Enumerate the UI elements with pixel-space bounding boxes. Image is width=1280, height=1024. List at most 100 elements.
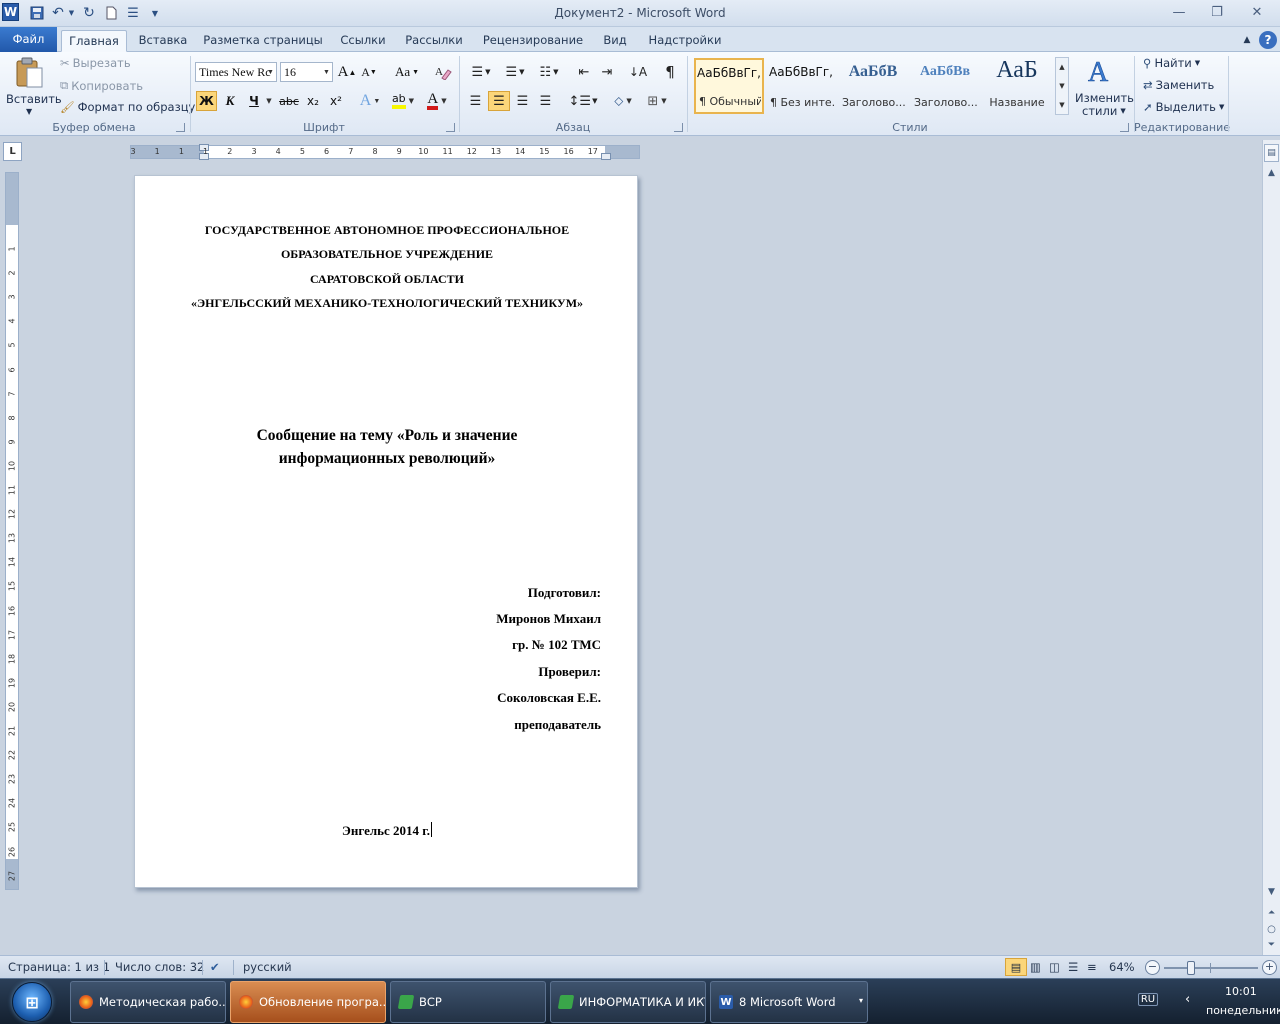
draft-view-icon[interactable]: ≡ bbox=[1087, 960, 1097, 974]
align-center-button[interactable]: ☰ bbox=[488, 91, 510, 111]
style-title[interactable]: АаБ Название bbox=[982, 57, 1052, 114]
clock-day[interactable]: понедельник bbox=[1206, 1004, 1280, 1017]
change-styles-icon[interactable]: A bbox=[1080, 54, 1120, 88]
style-heading-1[interactable]: АаБбВ Заголово... bbox=[838, 58, 908, 114]
tab-addins[interactable]: Надстройки bbox=[642, 30, 728, 52]
zoom-slider-track[interactable] bbox=[1164, 961, 1258, 975]
find-button[interactable]: ⚲ Найти ▼ bbox=[1143, 56, 1200, 70]
list-icon[interactable]: ☰ bbox=[124, 4, 142, 22]
scroll-down-icon[interactable]: ▼ bbox=[1264, 886, 1279, 898]
align-left-button[interactable]: ☰ bbox=[465, 91, 486, 111]
font-size-field[interactable]: 16 ▼ bbox=[280, 62, 333, 82]
borders-icon[interactable]: ⊞ ▼ bbox=[642, 91, 672, 111]
browse-object-icon[interactable]: ○ bbox=[1264, 922, 1279, 936]
tab-selector-button[interactable]: L bbox=[3, 142, 22, 161]
bold-button[interactable]: Ж bbox=[196, 91, 217, 111]
font-name-field[interactable]: Times New Rc ▼ bbox=[195, 62, 277, 82]
document-page[interactable]: ГОСУДАРСТВЕННОЕ АВТОНОМНОЕ ПРОФЕССИОНАЛЬ… bbox=[134, 175, 638, 888]
print-layout-view-icon[interactable]: ▤ bbox=[1005, 958, 1027, 976]
word-logo-icon[interactable]: W bbox=[2, 3, 19, 21]
word-count[interactable]: Число слов: 32 bbox=[115, 960, 204, 974]
outline-view-icon[interactable]: ☰ bbox=[1068, 960, 1078, 974]
tab-view[interactable]: Вид bbox=[596, 30, 634, 52]
close-button[interactable]: ✕ bbox=[1244, 2, 1270, 22]
styles-gallery-scroll[interactable]: ▲ ▼ ▼ bbox=[1055, 57, 1069, 115]
change-styles-button[interactable]: стили ▼ bbox=[1082, 104, 1126, 118]
highlight-color-icon[interactable]: ab ▼ bbox=[388, 91, 418, 111]
style-heading-2[interactable]: АаБбВв Заголово... bbox=[910, 58, 980, 114]
help-icon[interactable]: ? bbox=[1259, 31, 1277, 49]
horizontal-ruler[interactable]: 3 1 1 1 2 3 4 5 6 7 8 9 10 11 12 13 14 15 16 17 bbox=[130, 144, 640, 160]
paste-dropdown-icon[interactable]: ▼ bbox=[26, 107, 32, 116]
taskbar-item-firefox-update[interactable]: Обновление програ... bbox=[230, 981, 386, 1023]
zoom-slider-thumb[interactable] bbox=[1187, 961, 1195, 975]
increase-indent-icon[interactable]: ⇥ bbox=[597, 62, 617, 82]
decrease-indent-icon[interactable]: ⇤ bbox=[574, 62, 594, 82]
show-formatting-marks-icon[interactable]: ¶ bbox=[660, 62, 680, 82]
font-color-icon[interactable]: A ▼ bbox=[422, 91, 452, 111]
web-layout-view-icon[interactable]: ◫ bbox=[1049, 960, 1060, 974]
tab-insert[interactable]: Вставка bbox=[132, 30, 194, 52]
strikethrough-button[interactable]: abc bbox=[278, 91, 300, 111]
redo-icon[interactable]: ↻ bbox=[81, 4, 97, 22]
copy-button[interactable]: ⧉ Копировать bbox=[60, 78, 143, 93]
select-button[interactable]: ➚ Выделить ▼ bbox=[1143, 100, 1224, 114]
tab-review[interactable]: Рецензирование bbox=[478, 30, 588, 52]
justify-button[interactable]: ☰ bbox=[535, 91, 556, 111]
shading-icon[interactable]: ⬦ ▼ bbox=[608, 91, 638, 111]
style-no-spacing[interactable]: АаБбВвГг, ¶ Без инте... bbox=[766, 58, 836, 114]
new-document-icon[interactable] bbox=[103, 4, 119, 22]
taskbar-item-firefox-methodical[interactable]: Методическая рабо... bbox=[70, 981, 226, 1023]
styles-scroll-down-icon[interactable]: ▼ bbox=[1056, 77, 1068, 95]
clear-formatting-icon[interactable]: A bbox=[433, 62, 453, 82]
superscript-button[interactable]: x² bbox=[326, 91, 346, 111]
zoom-out-button[interactable]: − bbox=[1145, 960, 1160, 975]
undo-dropdown-icon[interactable]: ▼ bbox=[67, 4, 76, 22]
shrink-font-icon[interactable]: A ▼ bbox=[360, 62, 378, 82]
tab-home[interactable]: Главная bbox=[61, 30, 127, 52]
text-effects-icon[interactable]: A ▼ bbox=[358, 91, 382, 111]
full-screen-reading-view-icon[interactable]: ▥ bbox=[1030, 960, 1041, 974]
paste-icon[interactable] bbox=[10, 56, 48, 90]
numbering-icon[interactable]: ☰ ▼ bbox=[500, 62, 530, 82]
vertical-scrollbar[interactable]: ▤ ▲ ▼ ⏶ ○ ⏷ bbox=[1262, 140, 1280, 955]
sort-icon[interactable]: ↓A bbox=[628, 62, 648, 82]
zoom-in-button[interactable]: + bbox=[1262, 960, 1277, 975]
italic-button[interactable]: К bbox=[220, 91, 240, 111]
paste-button[interactable]: Вставить bbox=[6, 92, 62, 106]
font-name-dropdown-icon[interactable]: ▼ bbox=[265, 63, 276, 81]
taskbar-item-word-group[interactable]: W 8 Microsoft Word ▾ bbox=[710, 981, 868, 1023]
proofing-icon[interactable]: ✔ bbox=[210, 960, 220, 974]
zoom-level[interactable]: 64% bbox=[1109, 960, 1135, 974]
minimize-button[interactable]: — bbox=[1166, 2, 1192, 22]
underline-button[interactable]: Ч bbox=[244, 91, 264, 111]
tab-references[interactable]: Ссылки bbox=[334, 30, 392, 52]
tab-mailings[interactable]: Рассылки bbox=[398, 30, 470, 52]
subscript-button[interactable]: x₂ bbox=[303, 91, 323, 111]
page-count[interactable]: Страница: 1 из 1 bbox=[8, 960, 110, 974]
cut-button[interactable]: ✂ Вырезать bbox=[60, 56, 131, 70]
undo-icon[interactable]: ↶ bbox=[50, 4, 66, 22]
font-dialog-launcher-icon[interactable] bbox=[446, 123, 455, 132]
vertical-ruler[interactable]: 1 2 3 4 5 6 7 8 9 10 11 12 13 14 15 16 17 18 19 20 21 22 23 24 2… bbox=[5, 172, 19, 890]
underline-dropdown-icon[interactable]: ▼ bbox=[264, 91, 274, 111]
replace-button[interactable]: ⇄ Заменить bbox=[1143, 78, 1214, 92]
language-indicator[interactable]: русский bbox=[243, 960, 292, 974]
styles-dialog-launcher-icon[interactable] bbox=[1120, 123, 1129, 132]
clock-time[interactable]: 10:01 bbox=[1225, 985, 1257, 998]
save-icon[interactable] bbox=[28, 4, 46, 22]
multilevel-list-icon[interactable]: ☷ ▼ bbox=[534, 62, 564, 82]
styles-scroll-up-icon[interactable]: ▲ bbox=[1056, 58, 1068, 76]
start-button[interactable]: ⊞ bbox=[12, 982, 52, 1022]
line-spacing-icon[interactable]: ↕☰ ▼ bbox=[568, 91, 598, 111]
restore-button[interactable]: ❐ bbox=[1204, 2, 1230, 22]
previous-page-icon[interactable]: ⏶ bbox=[1264, 906, 1279, 920]
tab-file[interactable]: Файл bbox=[0, 27, 57, 52]
style-normal[interactable]: АаБбВвГг, ¶ Обычный bbox=[694, 58, 764, 114]
input-language-indicator[interactable]: RU bbox=[1138, 993, 1158, 1006]
grow-font-icon[interactable]: A ▲ bbox=[338, 62, 357, 82]
paragraph-dialog-launcher-icon[interactable] bbox=[674, 123, 683, 132]
taskbar-item-vsr[interactable]: ВСР bbox=[390, 981, 546, 1023]
font-size-dropdown-icon[interactable]: ▼ bbox=[321, 63, 332, 81]
ruler-toggle-icon[interactable]: ▤ bbox=[1264, 144, 1279, 162]
